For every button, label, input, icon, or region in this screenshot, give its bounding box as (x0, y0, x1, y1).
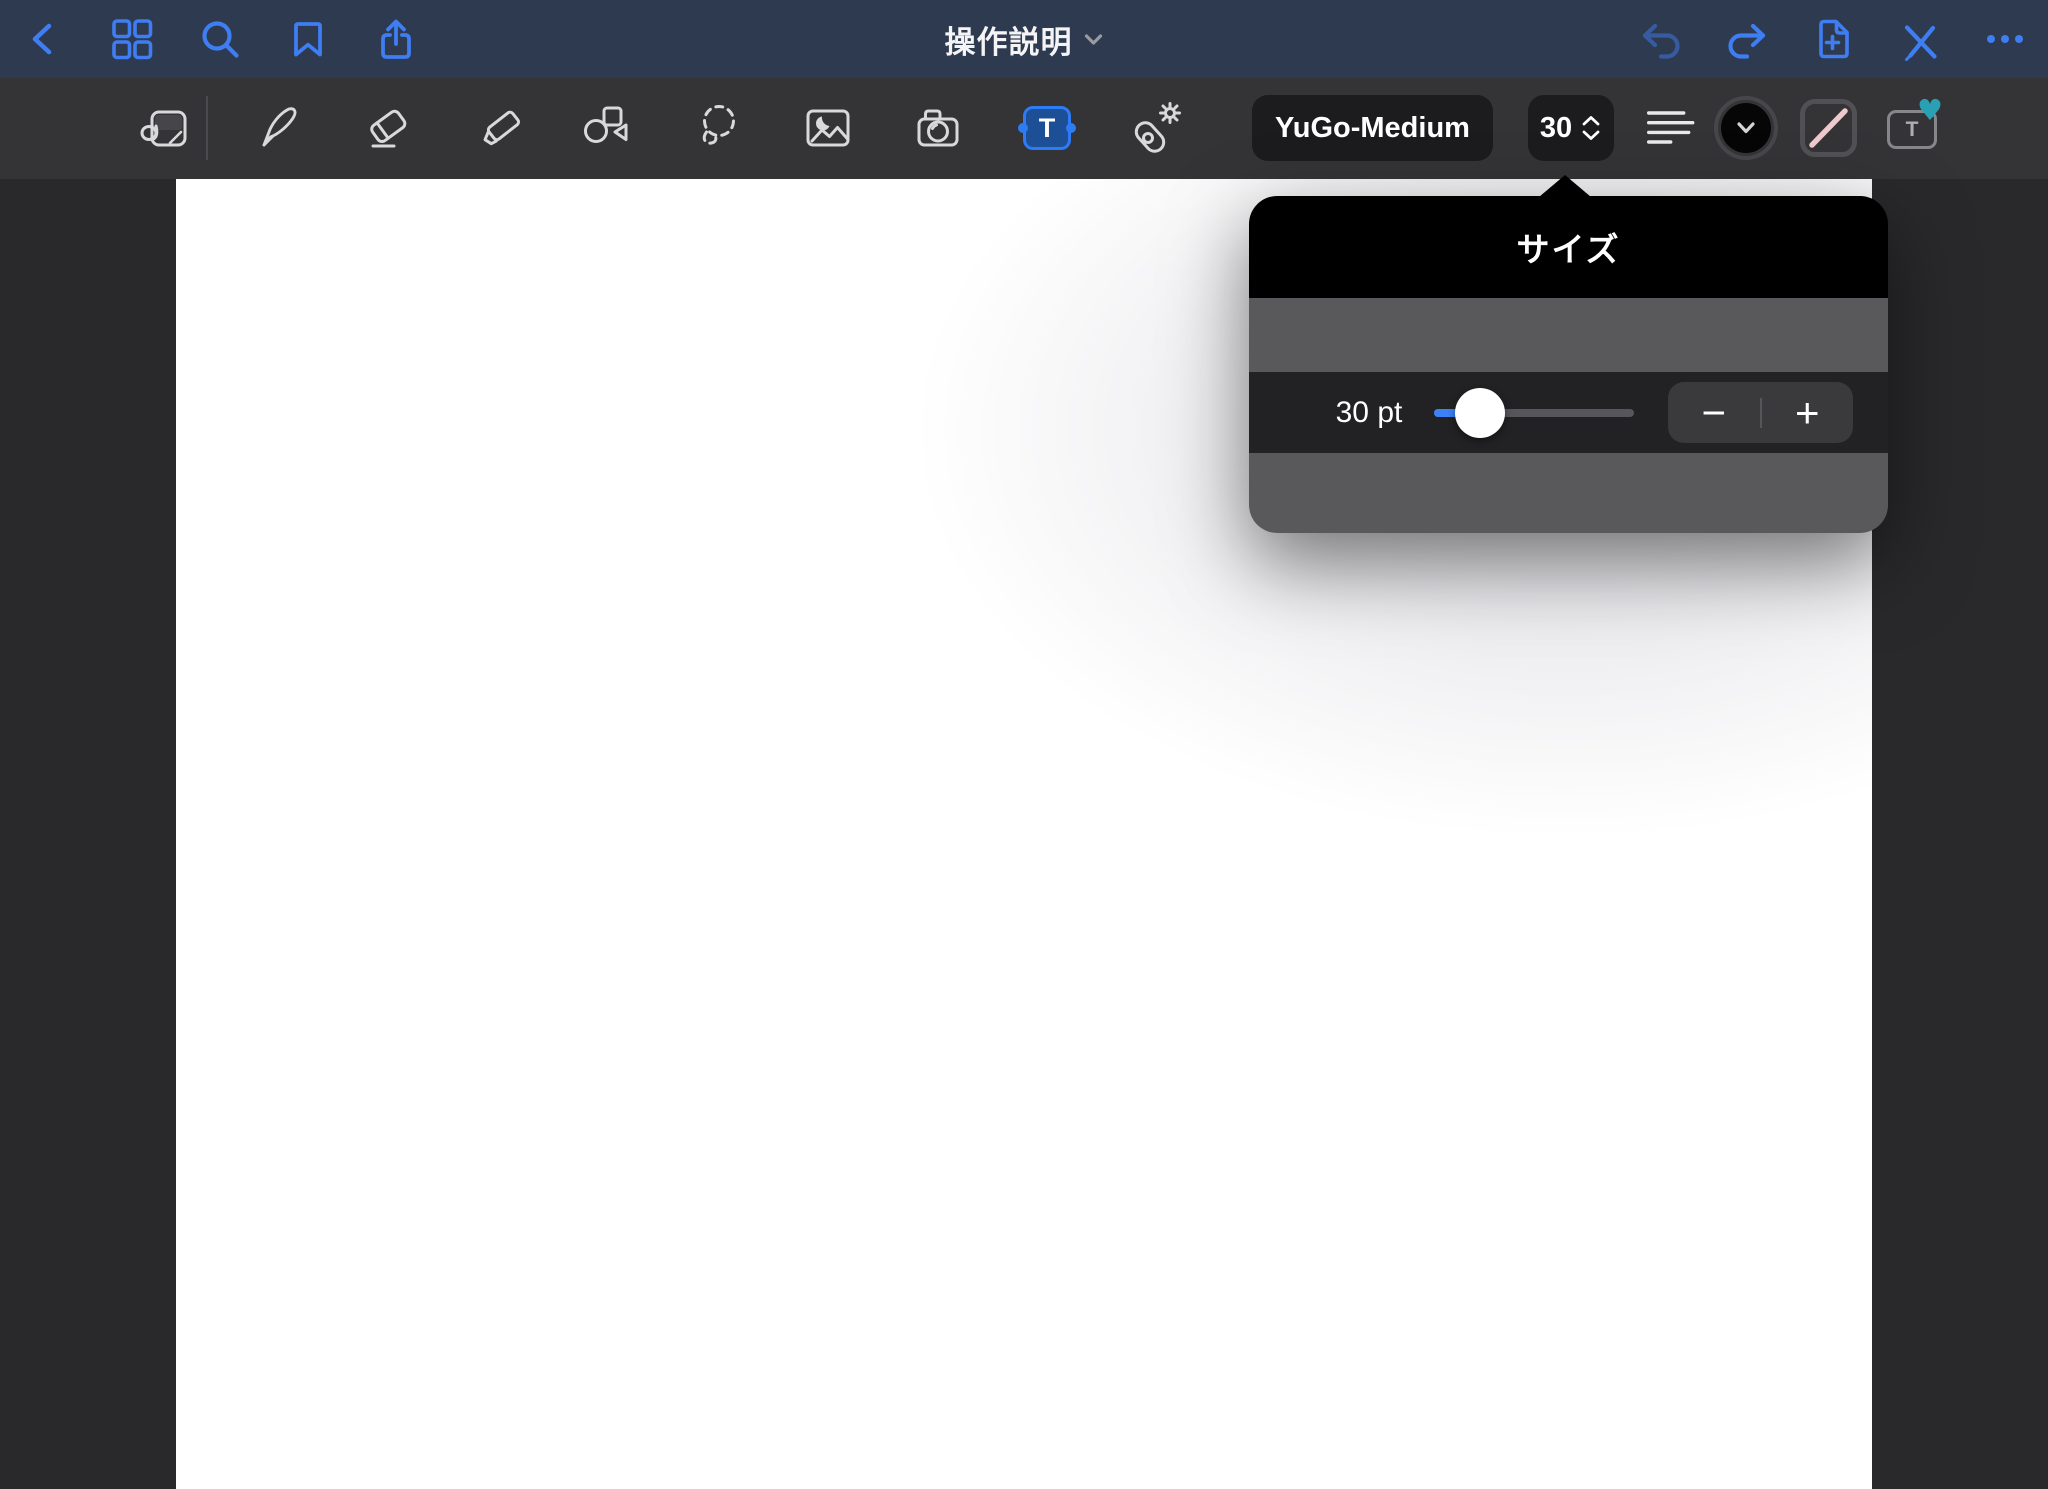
document-edit-mode-button[interactable] (137, 100, 193, 156)
current-color-swatch (1721, 103, 1771, 153)
eraser-tool-button[interactable] (361, 100, 417, 156)
search-button[interactable] (198, 17, 242, 61)
text-tool-glyph: T (1038, 112, 1056, 143)
popover-body: サイズ 30 pt − + (1249, 196, 1888, 533)
camera-tool-button[interactable] (910, 100, 966, 156)
font-size-value: 30 (1539, 111, 1573, 144)
image-tool-button[interactable] (800, 100, 856, 156)
favorite-heart-icon: ♥ (1917, 93, 1943, 127)
favorite-text-style-button[interactable]: T ♥ (1887, 96, 1943, 149)
text-color-button[interactable] (1714, 96, 1778, 160)
pen-mode-toggle-icon (1904, 25, 1937, 61)
page-thumbnails-button[interactable] (110, 17, 154, 61)
add-page-button[interactable] (1811, 17, 1855, 61)
text-tool-selected-box: T (1018, 106, 1076, 150)
lasso-tool-button[interactable] (692, 100, 748, 156)
text-tool-button[interactable]: T (1018, 100, 1076, 156)
text-align-button[interactable] (1642, 100, 1698, 156)
camera-icon (917, 109, 959, 147)
eraser-icon (370, 109, 407, 148)
shapes-icon (584, 106, 628, 143)
back-icon (32, 23, 52, 55)
share-icon (381, 19, 411, 59)
edit-toolbar: T YuGo-Medium 30 T ♥ (0, 78, 2048, 179)
size-slider-thumb[interactable] (1455, 388, 1505, 438)
nav-bar: 操作説明 (0, 0, 2048, 78)
lasso-icon (702, 105, 735, 145)
font-family-label: YuGo-Medium (1275, 111, 1470, 144)
chevron-down-icon (1737, 122, 1755, 134)
align-left-icon (1647, 111, 1695, 144)
selection-handle-left (1018, 123, 1028, 133)
redo-button[interactable] (1725, 17, 1769, 61)
size-slider-row: 30 pt − + (1249, 372, 1888, 453)
up-down-chevrons-icon (1582, 116, 1600, 140)
popover-title: サイズ (1516, 231, 1621, 268)
toolbar-divider (206, 96, 208, 160)
share-button[interactable] (374, 17, 418, 61)
image-icon (806, 109, 850, 147)
highlighter-icon (483, 110, 520, 146)
text-box-style-button[interactable] (1800, 99, 1857, 157)
document-title-button[interactable]: 操作説明 (945, 0, 1104, 78)
search-icon (202, 21, 239, 58)
undo-button[interactable] (1639, 17, 1683, 61)
nav-right-group (1639, 0, 2027, 78)
popover-band-bottom (1249, 453, 1888, 533)
laser-pointer-tool-button[interactable] (1129, 100, 1185, 156)
document-edit-mode-icon (140, 110, 187, 147)
pen-tool-button[interactable] (251, 100, 307, 156)
highlighter-tool-button[interactable] (472, 100, 528, 156)
bookmark-icon (294, 22, 322, 57)
size-popover: サイズ 30 pt − + (1249, 175, 1888, 533)
redo-icon (1728, 23, 1766, 59)
back-button[interactable] (22, 17, 66, 61)
nav-left-group (22, 0, 418, 78)
font-size-button[interactable]: 30 (1528, 95, 1614, 161)
popover-band-top (1249, 298, 1888, 372)
size-value-label: 30 pt (1335, 395, 1403, 429)
undo-icon (1642, 23, 1680, 59)
page-thumbnails-icon (112, 19, 153, 60)
shapes-tool-button[interactable] (579, 100, 635, 156)
add-page-icon (1819, 19, 1849, 59)
chevron-down-icon (1084, 33, 1103, 45)
pen-icon (262, 107, 297, 147)
popover-arrow (1539, 175, 1591, 197)
more-icon (1987, 35, 2023, 43)
selection-handle-right (1066, 123, 1076, 133)
bookmark-button[interactable] (286, 17, 330, 61)
font-family-button[interactable]: YuGo-Medium (1252, 95, 1493, 161)
popover-header: サイズ (1249, 196, 1888, 298)
increase-size-button[interactable]: + (1762, 382, 1854, 443)
size-stepper: − + (1668, 382, 1853, 443)
more-button[interactable] (1983, 17, 2027, 61)
notes-app: 操作説明 T YuGo-Medium 30 T ♥ サイズ 30 pt − + (0, 0, 2048, 1489)
diagonal-stroke-icon (1809, 108, 1848, 148)
laser-pointer-icon (1134, 102, 1181, 153)
page-title: 操作説明 (944, 24, 1073, 60)
decrease-size-button[interactable]: − (1668, 382, 1760, 443)
pen-mode-toggle-button[interactable] (1897, 17, 1941, 61)
